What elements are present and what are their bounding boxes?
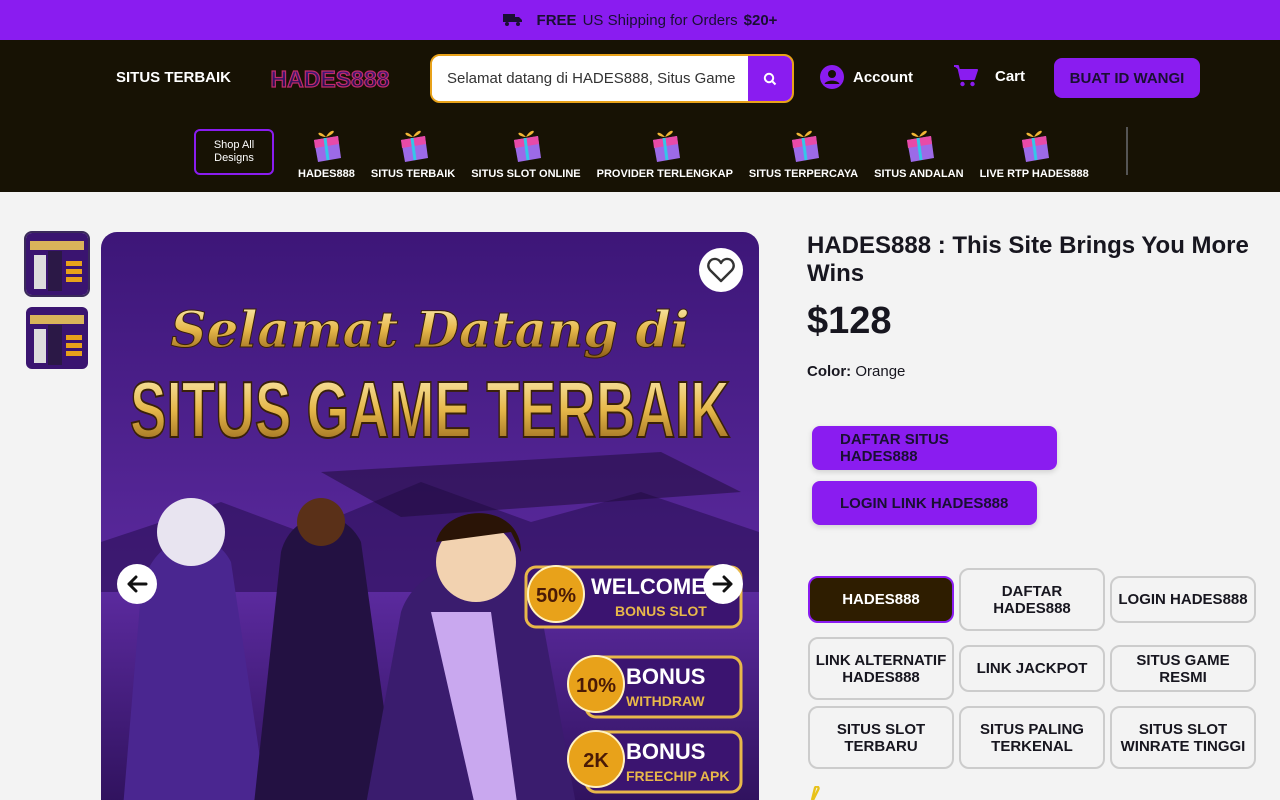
svg-text:10%: 10% bbox=[576, 675, 616, 697]
variant-option[interactable]: SITUS GAME RESMI bbox=[1110, 645, 1256, 692]
color-value: Orange bbox=[855, 363, 906, 380]
svg-text:Selamat Datang di: Selamat Datang di bbox=[170, 300, 689, 359]
category-provider-terlengkap[interactable]: PROVIDER TERLENGKAP bbox=[597, 126, 733, 180]
shop-all-label: Shop All Designs bbox=[213, 139, 255, 164]
promo-text: US Shipping for Orders bbox=[582, 11, 738, 29]
variant-grid: HADES888 DAFTAR HADES888 LOGIN HADES888 … bbox=[808, 568, 1258, 769]
svg-text:BONUS SLOT: BONUS SLOT bbox=[615, 603, 707, 619]
category-label: SITUS ANDALAN bbox=[874, 168, 964, 180]
svg-text:50%: 50% bbox=[536, 585, 576, 607]
svg-text:HADES888: HADES888 bbox=[271, 66, 390, 92]
color-selection: Color: Orange bbox=[807, 363, 905, 380]
thumbnail-list bbox=[24, 231, 90, 379]
arrow-right-icon bbox=[712, 575, 733, 593]
category-label: LIVE RTP HADES888 bbox=[979, 168, 1089, 180]
arrow-left-icon bbox=[127, 575, 148, 593]
favorite-button[interactable] bbox=[699, 248, 743, 292]
svg-text:SITUS GAME TERBAIK: SITUS GAME TERBAIK bbox=[130, 365, 730, 454]
user-icon bbox=[820, 65, 844, 89]
category-divider bbox=[1126, 127, 1128, 175]
product-thumbnail-1[interactable] bbox=[24, 231, 90, 297]
site-header: SITUS TERBAIK HADES888 Account bbox=[0, 40, 1280, 192]
category-label: SITUS TERPERCAYA bbox=[748, 168, 859, 180]
product-price: $128 bbox=[807, 300, 892, 342]
category-situs-slot-online[interactable]: SITUS SLOT ONLINE bbox=[471, 126, 581, 180]
category-label: HADES888 bbox=[298, 168, 355, 180]
gift-icon bbox=[906, 130, 934, 162]
category-nav: Shop All Designs HADES888 SITUS TERBAIK … bbox=[194, 126, 1105, 186]
variant-option[interactable]: LOGIN HADES888 bbox=[1110, 576, 1256, 623]
promo-amount: $20+ bbox=[743, 11, 778, 29]
variant-option[interactable]: LINK ALTERNATIF HADES888 bbox=[808, 637, 954, 700]
svg-text:2K: 2K bbox=[583, 750, 609, 772]
category-label: PROVIDER TERLENGKAP bbox=[596, 168, 733, 180]
search-bar bbox=[430, 54, 794, 103]
cart-link[interactable]: Cart bbox=[953, 64, 1025, 88]
product-title: HADES888 : This Site Brings You More Win… bbox=[807, 232, 1249, 287]
svg-text:BONUS: BONUS bbox=[626, 664, 705, 689]
gift-icon bbox=[314, 130, 342, 162]
svg-text:BONUS: BONUS bbox=[626, 739, 705, 764]
badge-freechip-bonus: 2K BONUS FREECHIP APK bbox=[567, 730, 743, 794]
variant-option[interactable]: DAFTAR HADES888 bbox=[959, 568, 1105, 631]
cart-label: Cart bbox=[995, 67, 1026, 85]
shop-all-designs-button[interactable]: Shop All Designs bbox=[194, 129, 274, 175]
login-link-button[interactable]: LOGIN LINK HADES888 bbox=[812, 481, 1037, 525]
category-hades888[interactable]: HADES888 bbox=[298, 126, 355, 180]
svg-text:WELCOME: WELCOME bbox=[591, 574, 706, 599]
promo-free: FREE bbox=[536, 11, 577, 29]
promo-banner-image: Selamat Datang di SITUS GAME TERBAIK 50%… bbox=[101, 232, 759, 800]
gift-icon bbox=[652, 130, 680, 162]
next-image-button[interactable] bbox=[703, 564, 743, 604]
svg-text:FREECHIP APK: FREECHIP APK bbox=[626, 768, 729, 784]
category-situs-terbaik[interactable]: SITUS TERBAIK bbox=[371, 126, 455, 180]
variant-option[interactable]: SITUS PALING TERKENAL bbox=[959, 706, 1105, 769]
ribbon-icon bbox=[810, 786, 820, 800]
variant-option[interactable]: LINK JACKPOT bbox=[959, 645, 1105, 692]
thumbnail-image bbox=[26, 233, 88, 295]
thumbnail-image bbox=[26, 307, 88, 369]
category-situs-terpercaya[interactable]: SITUS TERPERCAYA bbox=[749, 126, 858, 180]
category-label: SITUS TERBAIK bbox=[370, 168, 456, 180]
truck-icon bbox=[502, 14, 522, 26]
account-link[interactable]: Account bbox=[820, 65, 913, 89]
badge-withdraw-bonus: 10% BONUS WITHDRAW bbox=[567, 655, 743, 719]
cart-icon bbox=[954, 65, 978, 87]
account-label: Account bbox=[853, 68, 913, 86]
search-input[interactable] bbox=[432, 56, 748, 101]
svg-text:WITHDRAW: WITHDRAW bbox=[626, 693, 705, 709]
gift-icon bbox=[401, 130, 429, 162]
heart-icon bbox=[707, 257, 735, 283]
product-main-image[interactable]: Selamat Datang di SITUS GAME TERBAIK 50%… bbox=[101, 232, 759, 800]
category-label: SITUS SLOT ONLINE bbox=[471, 168, 581, 180]
color-label: Color: bbox=[807, 363, 852, 380]
category-live-rtp-hades888[interactable]: LIVE RTP HADES888 bbox=[980, 126, 1089, 180]
gift-icon bbox=[1022, 130, 1050, 162]
search-button[interactable] bbox=[748, 56, 792, 101]
product-thumbnail-2[interactable] bbox=[24, 305, 90, 371]
variant-option[interactable]: HADES888 bbox=[808, 576, 954, 623]
site-logo[interactable]: HADES888 bbox=[266, 66, 394, 92]
variant-option[interactable]: SITUS SLOT WINRATE TINGGI bbox=[1110, 706, 1256, 769]
gift-icon bbox=[791, 130, 819, 162]
register-button[interactable]: DAFTAR SITUS HADES888 bbox=[812, 426, 1057, 470]
variant-option[interactable]: SITUS SLOT TERBARU bbox=[808, 706, 954, 769]
nav-link-situs-terbaik[interactable]: SITUS TERBAIK bbox=[116, 69, 231, 86]
prev-image-button[interactable] bbox=[117, 564, 157, 604]
gift-icon bbox=[513, 130, 541, 162]
search-icon bbox=[763, 72, 777, 85]
create-id-button[interactable]: BUAT ID WANGI bbox=[1054, 58, 1200, 98]
category-situs-andalan[interactable]: SITUS ANDALAN bbox=[874, 126, 964, 180]
promo-bar: FREE US Shipping for Orders $20+ bbox=[0, 0, 1280, 40]
